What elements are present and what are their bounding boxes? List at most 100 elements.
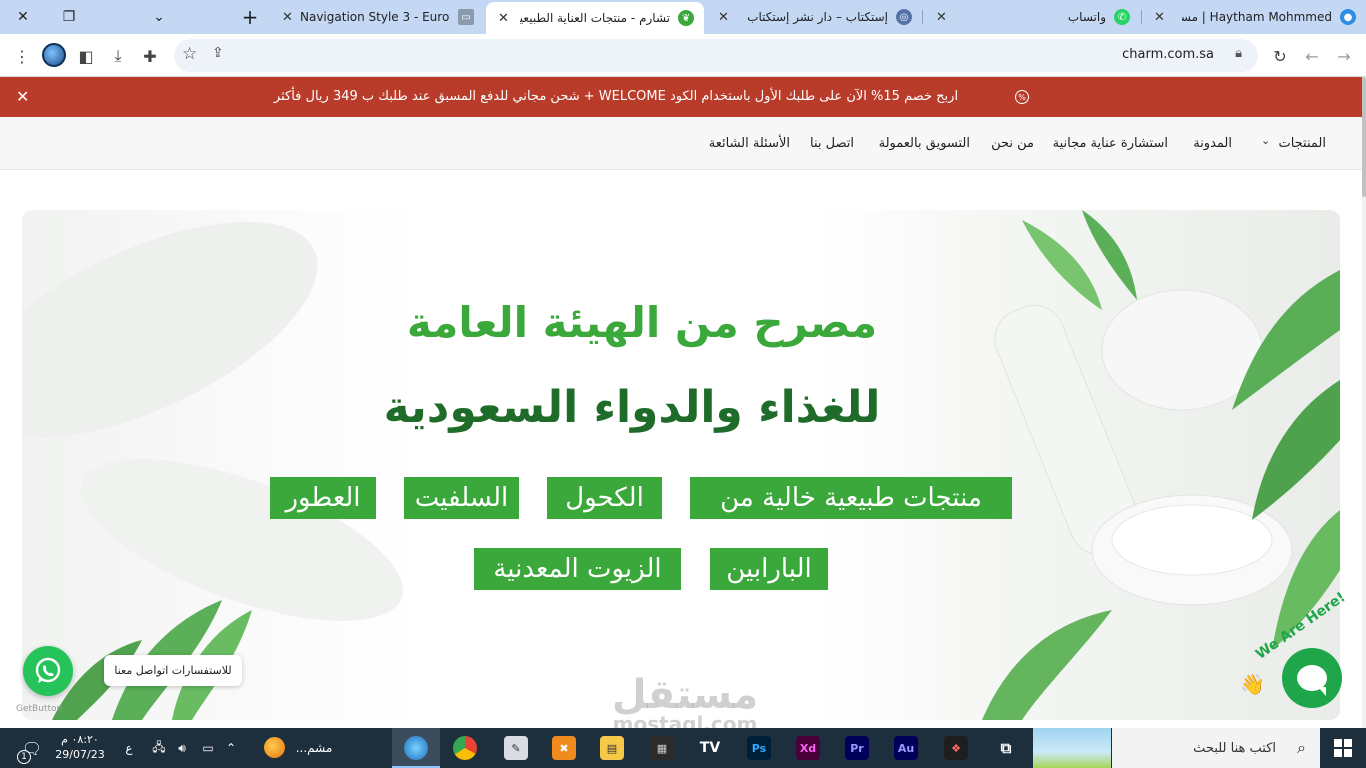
hero-decoration (22, 210, 1340, 720)
lock-icon[interactable]: 🔒︎ (1235, 46, 1242, 61)
scrollbar-thumb[interactable] (1362, 77, 1366, 197)
plus-icon: + (241, 5, 259, 29)
chevron-down-icon[interactable]: ⌄ (1261, 134, 1270, 147)
discount-badge-icon: % (1015, 90, 1029, 104)
chat-bubble-icon (1297, 665, 1327, 696)
tab-whatsapp[interactable]: ✆ واتساب ✕ (924, 0, 1140, 34)
app-dark-icon[interactable]: ▦ (650, 736, 674, 760)
extensions-puzzle-icon[interactable]: ✚ (136, 42, 164, 70)
hero-pill: الكحول (547, 477, 662, 519)
window-restore-button[interactable]: ❐ (46, 0, 92, 34)
file-explorer-icon[interactable]: ▤ (600, 736, 624, 760)
tab-search-button[interactable]: ⌄ (136, 0, 182, 34)
input-language[interactable]: ع (120, 728, 138, 768)
hero-pill: الزيوت المعدنية (474, 548, 681, 590)
forward-arrow-icon[interactable]: → (1330, 42, 1358, 70)
app-tools-icon[interactable]: ✎ (504, 736, 528, 760)
site-favicon-icon: ▭ (458, 9, 474, 25)
tab-separator (1141, 10, 1142, 24)
nav-item-blog[interactable]: المدونة (1193, 136, 1232, 151)
taskbar-search-box[interactable]: ⌕ اكتب هنا للبحث (1112, 728, 1320, 768)
tradingview-icon[interactable]: TV (698, 736, 722, 760)
nav-item-affiliate[interactable]: التسويق بالعمولة (879, 136, 970, 151)
tab-title: Navigation Style 3 - Euro mi (300, 10, 450, 24)
live-chat-button[interactable] (1282, 648, 1342, 708)
nav-item-contact[interactable]: اتصل بنا (810, 136, 854, 151)
nav-item-products[interactable]: المنتجات (1278, 136, 1326, 151)
hero-title-line1: مصرح من الهيئة العامة (406, 298, 878, 347)
share-icon[interactable]: ⇪ (212, 45, 224, 61)
hero-pill: منتجات طبيعية خالية من (690, 477, 1012, 519)
menu-kebab-icon[interactable]: ⋮ (8, 42, 36, 70)
whatsapp-chat-button[interactable] (23, 646, 73, 696)
tab-title: إستكتاب – دار نشر إستكتاب (747, 10, 888, 24)
browser-tab-strip: ✕ ❐ ⌄ + ● Haytham Mohmmed | مستقل ✕ ✆ وا… (0, 0, 1366, 34)
announcement-close-button[interactable]: ✕ (16, 87, 29, 106)
taskbar-clock[interactable]: ٠٨:٢٠ م 29/07/23 (50, 732, 110, 762)
tab-haytham[interactable]: ● Haytham Mohmmed | مستقل ✕ (1142, 0, 1366, 34)
new-tab-button[interactable]: + (236, 2, 264, 32)
xampp-icon[interactable]: ✖ (552, 736, 576, 760)
hero-pill: السلفيت (404, 477, 519, 519)
tab-navigation-style[interactable]: ▭ Navigation Style 3 - Euro mi ✕ (270, 0, 484, 34)
network-icon[interactable]: 🖧︎ (148, 728, 170, 768)
announcement-bar: ✕ اربح خصم 15% الآن على طلبك الأول باستخ… (0, 77, 1362, 117)
tab-charm[interactable]: ❦ تشارم - منتجات العناية الطبيعية ✕ (486, 2, 704, 34)
back-arrow-icon[interactable]: ← (1298, 42, 1326, 70)
tab-close-icon[interactable]: ✕ (496, 11, 509, 26)
getbutton-credit[interactable]: GetButton (16, 704, 62, 714)
close-icon: ✕ (17, 9, 29, 25)
nav-item-faq[interactable]: الأسئلة الشائعة (709, 136, 790, 151)
clock-date: 29/07/23 (55, 748, 105, 761)
screen: ✕ ❐ ⌄ + ● Haytham Mohmmed | مستقل ✕ ✆ وا… (0, 0, 1366, 768)
search-placeholder: اكتب هنا للبحث (1193, 740, 1276, 756)
download-icon[interactable]: ⤓ (104, 42, 132, 70)
battery-icon[interactable]: ▭ (198, 728, 218, 768)
premiere-icon[interactable]: Pr (845, 736, 869, 760)
windows-start-button[interactable] (1320, 728, 1366, 768)
app-globe-icon[interactable] (404, 736, 428, 760)
chrome-icon[interactable] (453, 736, 477, 760)
window-close-button[interactable]: ✕ (0, 0, 46, 34)
tiger-widget-image[interactable] (1033, 728, 1111, 768)
tab-estiktab[interactable]: ◎ إستكتاب – دار نشر إستكتاب ✕ (706, 0, 922, 34)
nav-item-about[interactable]: من نحن (991, 136, 1034, 151)
search-icon: ⌕ (1297, 738, 1306, 757)
main-navigation: المنتجات ⌄ المدونة استشارة عناية مجانية … (0, 117, 1362, 170)
reload-icon[interactable]: ↻ (1266, 42, 1294, 70)
page-scrollbar[interactable] (1362, 77, 1366, 728)
tab-close-icon[interactable]: ✕ (934, 10, 947, 25)
clock-time: ٠٨:٢٠ م (61, 733, 99, 746)
hero-title-line2: للغذاء والدواء السعودية (383, 382, 881, 433)
chevron-down-icon: ⌄ (153, 9, 165, 25)
waving-hand-icon: 👋 (1240, 672, 1265, 696)
leaf-favicon-icon: ❦ (678, 10, 694, 26)
figma-icon[interactable]: ❖ (944, 736, 968, 760)
tab-close-icon[interactable]: ✕ (280, 10, 293, 25)
announcement-text: اربح خصم 15% الآن على طلبك الأول باستخدا… (273, 89, 959, 104)
audition-icon[interactable]: Au (894, 736, 918, 760)
estiktab-favicon-icon: ◎ (896, 9, 912, 25)
bookmark-star-icon[interactable]: ☆ (182, 44, 197, 64)
hero-banner[interactable]: مصرح من الهيئة العامة للغذاء والدواء الس… (22, 210, 1340, 720)
weather-label[interactable]: مشم... (290, 728, 338, 768)
mostaql-watermark: مستقل mostaql.com (600, 672, 770, 736)
browser-toolbar: ⋮ ◧ ⤓ ✚ ☆ ⇪ charm.com.sa 🔒︎ ↻ ← → (0, 34, 1366, 77)
tab-title: تشارم - منتجات العناية الطبيعية (520, 11, 670, 25)
side-panel-icon[interactable]: ◧ (72, 42, 100, 70)
address-bar[interactable]: ☆ ⇪ charm.com.sa 🔒︎ (174, 39, 1258, 72)
windows-taskbar: 🗨︎ 1 ٠٨:٢٠ م 29/07/23 ع 🖧︎ 🔊︎ ▭ ⌃ مشم...… (0, 728, 1366, 768)
xd-icon[interactable]: Xd (796, 736, 820, 760)
hero-pill: العطور (270, 477, 376, 519)
weather-sun-icon[interactable] (264, 737, 285, 758)
task-view-icon[interactable]: ⧉ (994, 736, 1018, 760)
tab-close-icon[interactable]: ✕ (1152, 10, 1165, 25)
tab-close-icon[interactable]: ✕ (716, 10, 729, 25)
volume-icon[interactable]: 🔊︎ (172, 728, 192, 768)
photoshop-icon[interactable]: Ps (747, 736, 771, 760)
profile-avatar-icon[interactable] (42, 43, 66, 67)
hero-pill: البارابين (710, 548, 828, 590)
tray-chevron-up-icon[interactable]: ⌃ (222, 728, 240, 768)
nav-item-free-consultation[interactable]: استشارة عناية مجانية (1053, 136, 1168, 151)
windows-logo-icon (1334, 739, 1352, 757)
